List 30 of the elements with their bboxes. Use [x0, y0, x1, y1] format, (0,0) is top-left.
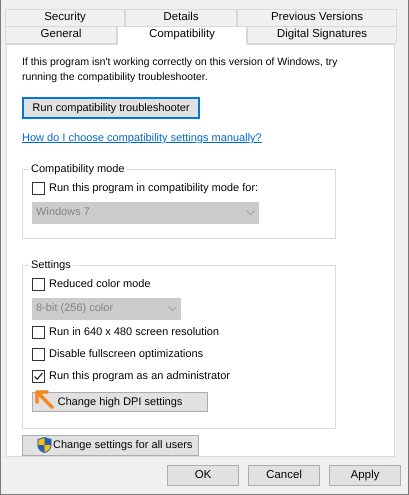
checkbox[interactable]: [32, 348, 45, 361]
checkbox[interactable]: [32, 278, 45, 291]
description-text: If this program isn't working correctly on this version of Windows, try running the compatibility troubleshooter.: [22, 55, 338, 85]
checkbox[interactable]: [32, 370, 45, 383]
dialog-button[interactable]: OK: [167, 465, 239, 486]
checkbox-label: Disable fullscreen optimizations: [49, 347, 204, 362]
chevron-down-icon: [168, 306, 177, 312]
shield-icon: [37, 437, 52, 454]
checkbox-label: Run in 640 x 480 screen resolution: [49, 325, 219, 340]
troubleshooter-button[interactable]: Run compatibility troubleshooter: [22, 97, 200, 119]
tab[interactable]: Security: [5, 9, 125, 27]
arrow-annotation: [34, 388, 54, 408]
chevron-down-icon: [246, 210, 255, 216]
tab[interactable]: Previous Versions: [237, 9, 397, 27]
checkbox-label: Reduced color mode: [49, 277, 151, 292]
checkbox[interactable]: [32, 182, 45, 195]
dpi-settings-button[interactable]: Change high DPI settings: [32, 392, 208, 412]
checkbox-label: Run this program as an administrator: [49, 369, 230, 384]
tab[interactable]: General: [5, 26, 117, 44]
all-users-button[interactable]: Change settings for all users: [22, 434, 199, 456]
help-link[interactable]: How do I choose compatibility settings manually?: [22, 132, 262, 144]
group-title: Compatibility mode: [29, 162, 127, 176]
checkbox-label: Run this program in compatibility mode for:: [49, 181, 258, 196]
group-title: Settings: [29, 258, 73, 272]
tab[interactable]: Details: [125, 9, 237, 27]
dialog-button[interactable]: Cancel: [248, 465, 320, 486]
tab[interactable]: Compatibility: [117, 26, 247, 45]
checkbox[interactable]: [32, 326, 45, 339]
tab[interactable]: Digital Signatures: [247, 26, 397, 44]
dialog-button[interactable]: Apply: [329, 465, 401, 486]
